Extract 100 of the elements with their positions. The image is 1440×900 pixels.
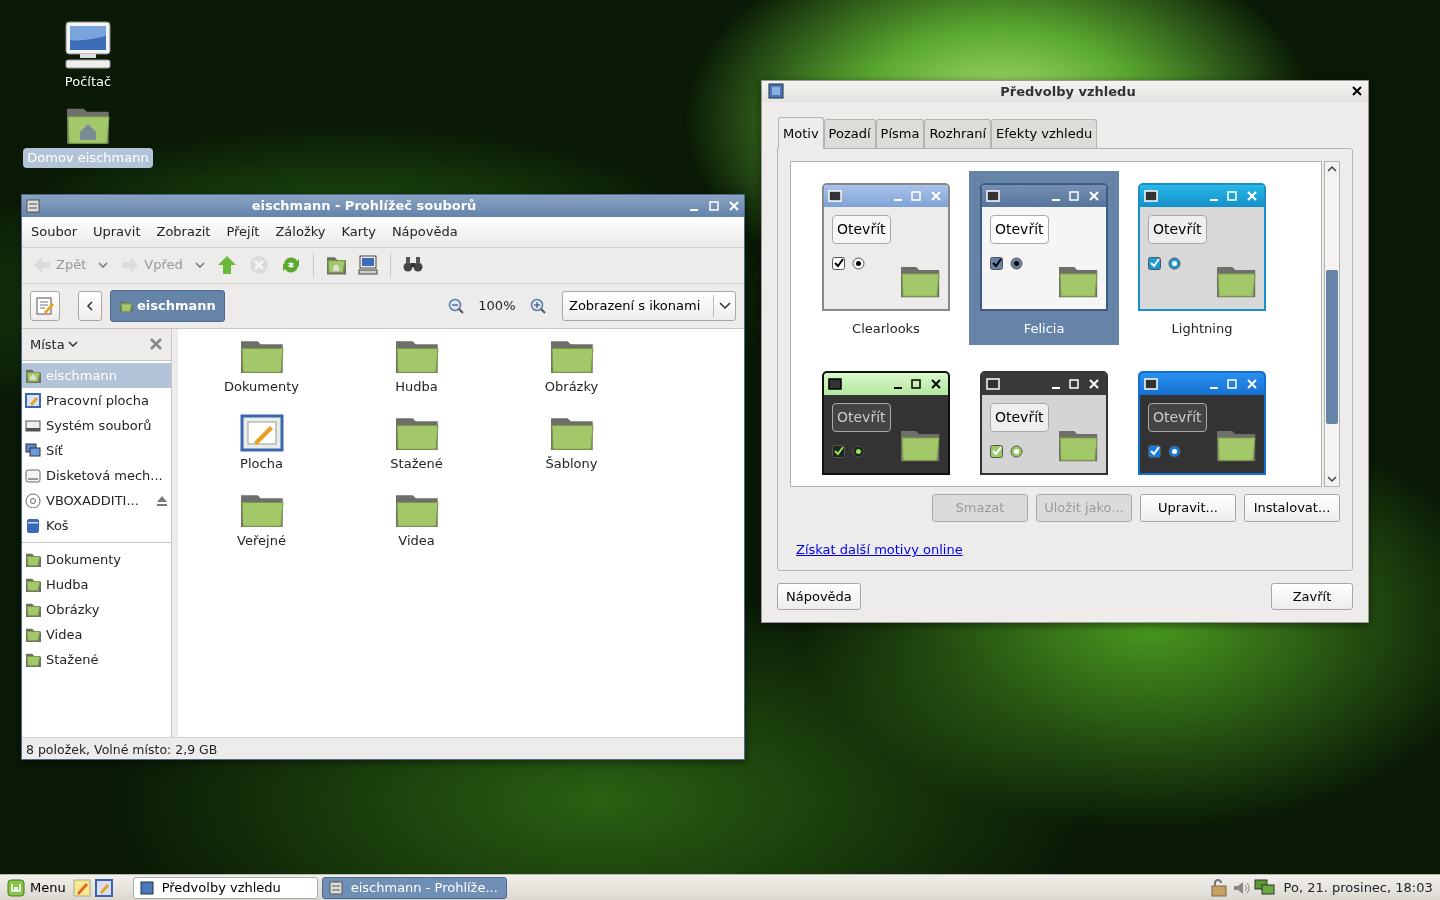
bag-icon[interactable]: [1208, 878, 1229, 897]
radio-icon: [851, 257, 865, 270]
reload-icon[interactable]: [280, 255, 301, 275]
checkbox-icon: [990, 445, 1003, 458]
file-name[interactable]: Dokumenty: [224, 376, 299, 396]
sidebar-item[interactable]: Systém souborů: [22, 413, 171, 438]
window-menu-icon: [986, 378, 1000, 390]
sidebar-item[interactable]: Pracovní plocha: [22, 388, 171, 413]
tab[interactable]: Rozhraní: [924, 118, 992, 148]
radio-icon: [1167, 445, 1181, 458]
path-back-button[interactable]: [78, 290, 102, 321]
dropdown-caret-icon: [718, 301, 731, 310]
computer-icon[interactable]: [64, 20, 112, 70]
scrollbar[interactable]: [1324, 161, 1340, 487]
window-controls-icon[interactable]: [688, 200, 740, 212]
radio-icon: [1009, 445, 1023, 458]
path-button[interactable]: eischmann: [110, 289, 225, 322]
zoom-level: 100%: [478, 296, 516, 315]
close-button[interactable]: Zavřít: [1271, 583, 1353, 610]
folder-icon: [119, 299, 133, 312]
menu-item[interactable]: Upravit: [92, 222, 142, 242]
view-mode-dropdown[interactable]: Zobrazení s ikonami: [562, 290, 736, 321]
desktop-icon-label[interactable]: Počítač: [60, 72, 116, 92]
checkbox-icon: [1148, 445, 1161, 458]
home-folder-icon[interactable]: [325, 255, 346, 275]
dropdown-caret-icon[interactable]: [194, 262, 205, 268]
menu-item[interactable]: Soubor: [30, 222, 78, 242]
menu-item[interactable]: Zobrazit: [155, 222, 212, 242]
sidebar-item[interactable]: Hudba: [22, 572, 171, 597]
sidebar-item[interactable]: Obrázky: [22, 597, 171, 622]
get-themes-link[interactable]: Získat další motivy online: [796, 540, 963, 560]
checkbox-icon: [832, 257, 845, 270]
radio-icon: [1009, 257, 1023, 270]
status-bar: 8 položek, Volné místo: 2,9 GB: [22, 737, 744, 759]
action-button[interactable]: Instalovat...: [1244, 494, 1340, 522]
file-name[interactable]: Stažené: [390, 453, 443, 473]
menu-item[interactable]: Záložky: [274, 222, 327, 242]
theme-option[interactable]: Otevřít Felicia: [969, 171, 1119, 345]
file-name[interactable]: Videa: [398, 530, 435, 550]
close-icon[interactable]: [1352, 86, 1362, 97]
menu-item[interactable]: Přejít: [225, 222, 261, 242]
window-title: eischmann - Prohlížeč souborů: [250, 197, 478, 216]
tab[interactable]: Efekty vzhledu: [991, 118, 1098, 148]
window-menu-icon: [1144, 378, 1158, 390]
tab[interactable]: Písma: [875, 118, 925, 148]
sidebar-item[interactable]: Stažené: [22, 647, 171, 672]
checkbox-icon: [1148, 257, 1161, 270]
sidebar-item[interactable]: Koš: [22, 513, 171, 538]
clock[interactable]: Po, 21. prosinec, 18:03: [1283, 877, 1433, 898]
zoom-out-icon[interactable]: [447, 297, 464, 314]
taskbar-task[interactable]: Předvolby vzhledu: [132, 876, 318, 899]
drive-icon: [25, 418, 41, 433]
desktop-icon: [25, 393, 41, 408]
preview-button: Otevřít: [990, 215, 1049, 244]
window-menu-icon[interactable]: [26, 199, 40, 213]
preview-button: Otevřít: [832, 215, 891, 244]
sidebar-item[interactable]: VBOXADDITI...: [22, 488, 171, 513]
folder-icon: [25, 552, 41, 567]
sidebar-item[interactable]: Videa: [22, 622, 171, 647]
zoom-in-icon[interactable]: [530, 297, 546, 314]
home-folder-icon: [25, 368, 41, 383]
checkbox-icon: [832, 445, 845, 458]
action-button[interactable]: Upravit...: [1140, 494, 1236, 522]
sidebar-item[interactable]: Disketová mech...: [22, 463, 171, 488]
mint-logo-icon: [7, 878, 25, 897]
sidebar-item[interactable]: Dokumenty: [22, 547, 171, 572]
theme-option[interactable]: Otevřít Lightning: [1127, 171, 1277, 345]
chevron-left-icon: [86, 301, 94, 312]
file-name[interactable]: Hudba: [395, 376, 438, 396]
radio-icon: [1167, 257, 1181, 270]
eject-icon[interactable]: [156, 495, 168, 506]
checkbox-icon: [990, 257, 1003, 270]
window-menu-icon: [828, 190, 842, 202]
folder-icon: [25, 627, 41, 642]
file-name[interactable]: Veřejné: [237, 530, 286, 550]
folder-icon: [25, 602, 41, 617]
sidebar-item[interactable]: Síť: [22, 438, 171, 463]
places-dropdown[interactable]: Místa: [30, 334, 78, 354]
file-name[interactable]: Plocha: [240, 453, 283, 473]
help-button[interactable]: Nápověda: [777, 583, 861, 610]
text-editor-icon[interactable]: [72, 878, 91, 897]
dropdown-caret-icon[interactable]: [98, 262, 109, 268]
window-menu-icon: [1144, 190, 1158, 202]
desktop-folder-icon[interactable]: [239, 413, 284, 452]
menu-item[interactable]: Karty: [340, 222, 377, 242]
window-title: Předvolby vzhledu: [999, 82, 1137, 101]
file-name[interactable]: Obrázky: [544, 376, 599, 396]
network-icon[interactable]: [1254, 878, 1277, 897]
tab[interactable]: Motiv: [778, 116, 824, 149]
theme-option[interactable]: Otevřít Clearlooks: [811, 171, 961, 345]
radio-icon: [851, 445, 865, 458]
desktop-icon[interactable]: [94, 878, 113, 897]
edit-location-button[interactable]: [30, 290, 60, 321]
file-name[interactable]: Šablony: [545, 453, 598, 473]
menu-button[interactable]: Menu: [4, 877, 69, 898]
window-icon: [328, 880, 343, 895]
menu-item[interactable]: Nápověda: [390, 222, 459, 242]
folder-icon: [25, 652, 41, 667]
tab[interactable]: Pozadí: [823, 118, 876, 148]
folder-icon: [25, 577, 41, 592]
